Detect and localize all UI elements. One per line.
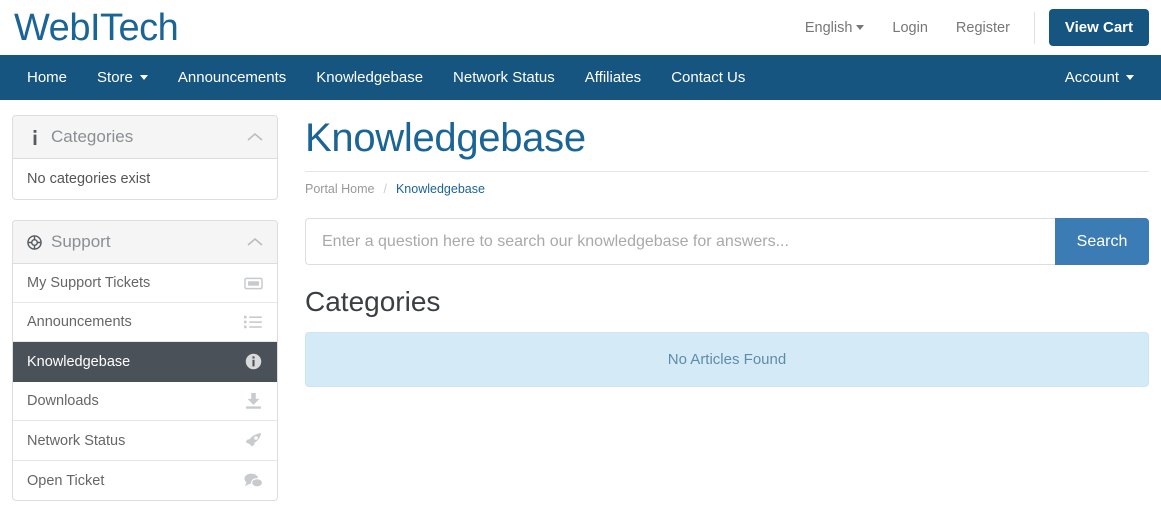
nav-item-account[interactable]: Account <box>1050 55 1149 100</box>
breadcrumb: Portal Home / Knowledgebase <box>305 182 1149 196</box>
sidebar-item-label: Network Status <box>27 432 126 449</box>
breadcrumb-portal-home[interactable]: Portal Home <box>305 182 374 196</box>
sidebar-item-label: Announcements <box>27 314 132 330</box>
categories-panel-header[interactable]: Categories <box>13 116 277 159</box>
site-header: WebITech English Login Register View Car… <box>0 0 1161 55</box>
title-divider <box>305 171 1149 172</box>
main-content: Knowledgebase Portal Home / Knowledgebas… <box>278 115 1149 387</box>
support-panel-header[interactable]: Support <box>13 221 277 264</box>
nav-item-network-status[interactable]: Network Status <box>438 55 570 100</box>
support-panel-title-wrap: Support <box>27 232 111 252</box>
page-body: Categories No categories exist Support M… <box>0 100 1161 520</box>
support-panel-title: Support <box>51 232 111 251</box>
register-link[interactable]: Register <box>942 20 1024 36</box>
list-ul-icon <box>243 315 263 329</box>
nav-item-announcements[interactable]: Announcements <box>163 55 301 100</box>
nav-label: Home <box>27 69 68 86</box>
categories-panel-body: No categories exist <box>27 171 151 187</box>
sidebar-item-my-support-tickets[interactable]: My Support Tickets <box>13 264 277 303</box>
sidebar-item-network-status[interactable]: Network Status <box>13 421 277 461</box>
comments-icon <box>243 473 263 488</box>
nav-label: Store <box>97 69 133 86</box>
chevron-up-icon[interactable] <box>247 132 263 142</box>
support-panel: Support My Support Tickets Announcements… <box>12 220 278 501</box>
search-button[interactable]: Search <box>1055 218 1149 265</box>
knowledgebase-search-form: Search <box>305 218 1149 265</box>
navbar-right-items: Account <box>1050 55 1149 100</box>
sidebar-item-announcements[interactable]: Announcements <box>13 303 277 342</box>
sidebar-item-label: Open Ticket <box>27 472 105 489</box>
nav-label: Affiliates <box>584 69 642 86</box>
breadcrumb-separator: / <box>383 182 387 196</box>
info-icon <box>27 129 42 145</box>
caret-down-icon <box>856 25 865 31</box>
nav-item-store[interactable]: Store <box>82 55 163 100</box>
categories-section-title: Categories <box>305 286 441 317</box>
header-divider <box>1033 11 1035 44</box>
sidebar-item-label: Knowledgebase <box>27 353 131 370</box>
sidebar-item-open-ticket[interactable]: Open Ticket <box>13 461 277 500</box>
login-link[interactable]: Login <box>878 20 941 36</box>
sidebar-item-downloads[interactable]: Downloads <box>13 382 277 421</box>
support-list: My Support Tickets Announcements Knowled… <box>13 264 277 500</box>
lifebuoy-icon <box>27 234 42 250</box>
categories-panel: Categories No categories exist <box>12 115 278 200</box>
caret-down-icon <box>1126 75 1134 80</box>
search-input[interactable] <box>305 218 1055 265</box>
sidebar-item-label: My Support Tickets <box>27 275 151 291</box>
categories-panel-title: Categories <box>51 127 134 146</box>
nav-label: Knowledgebase <box>316 69 424 86</box>
nav-item-knowledgebase[interactable]: Knowledgebase <box>301 55 438 100</box>
nav-label: Network Status <box>453 69 555 86</box>
nav-label: Contact Us <box>671 69 746 86</box>
rocket-icon <box>243 432 263 449</box>
site-logo[interactable]: WebITech <box>14 9 179 47</box>
info-circle-icon <box>243 353 263 370</box>
nav-label: Account <box>1064 69 1119 86</box>
nav-label: Announcements <box>177 69 287 86</box>
header-utility-nav: English Login Register View Cart <box>791 9 1149 46</box>
page-title: Knowledgebase <box>305 116 586 160</box>
navbar-left-items: Home Store Announcements Knowledgebase N… <box>12 55 760 100</box>
sidebar: Categories No categories exist Support M… <box>12 115 278 520</box>
ticket-icon <box>243 277 263 290</box>
download-icon <box>243 393 263 409</box>
nav-item-affiliates[interactable]: Affiliates <box>570 55 656 100</box>
view-cart-button[interactable]: View Cart <box>1048 9 1149 46</box>
caret-down-icon <box>139 75 148 80</box>
language-label: English <box>804 19 853 36</box>
language-selector[interactable]: English <box>791 20 879 36</box>
nav-item-home[interactable]: Home <box>12 55 82 100</box>
categories-panel-title-wrap: Categories <box>27 127 133 147</box>
main-navbar: Home Store Announcements Knowledgebase N… <box>0 55 1161 100</box>
no-articles-alert: No Articles Found <box>305 331 1149 387</box>
chevron-up-icon[interactable] <box>247 237 263 247</box>
nav-item-contact-us[interactable]: Contact Us <box>656 55 760 100</box>
breadcrumb-current: Knowledgebase <box>395 182 485 196</box>
sidebar-item-label: Downloads <box>27 393 99 409</box>
sidebar-item-knowledgebase[interactable]: Knowledgebase <box>13 342 277 382</box>
